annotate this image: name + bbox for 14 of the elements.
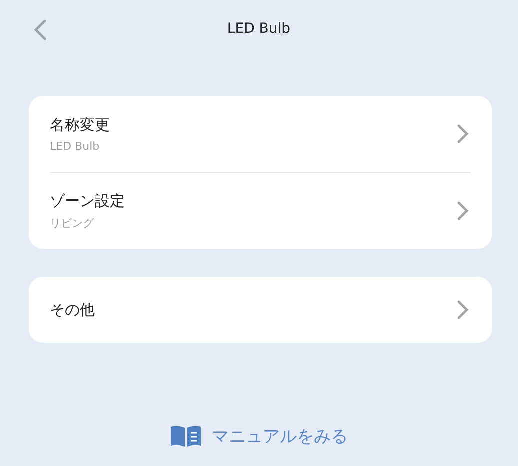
settings-row[interactable]: ゾーン設定 リビング: [29, 173, 492, 249]
row-value: LED Bulb: [50, 140, 101, 152]
chevron-right-icon: [456, 299, 470, 321]
settings-row[interactable]: 名称変更 LED Bulb: [29, 96, 492, 172]
chevron-right-icon: [456, 123, 470, 145]
screen-title: LED Bulb: [227, 21, 291, 37]
row-value: リビング: [50, 216, 96, 230]
chevron-right-icon: [456, 200, 470, 222]
settings-row[interactable]: その他: [29, 277, 492, 343]
row-label: 名称変更: [50, 116, 111, 134]
book-icon: [170, 424, 202, 448]
row-label: ゾーン設定: [50, 192, 126, 210]
row-label: その他: [50, 300, 96, 320]
back-icon: [33, 19, 47, 41]
